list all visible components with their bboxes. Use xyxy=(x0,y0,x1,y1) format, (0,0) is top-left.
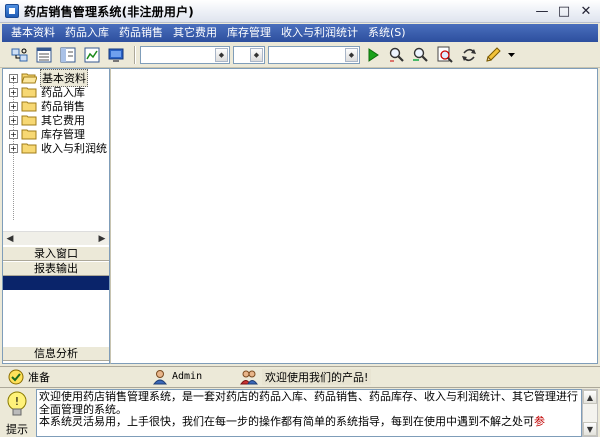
user-icon xyxy=(152,369,168,384)
entry-window-button[interactable]: 录入窗口 xyxy=(3,246,109,261)
chart-view-icon[interactable] xyxy=(82,45,102,65)
folder-icon xyxy=(21,101,37,112)
title-bar: 药店销售管理系统(非注册用户) — □ ✕ xyxy=(0,0,600,23)
folder-icon xyxy=(21,115,37,126)
tree-item-stock-in[interactable]: + 药品入库 xyxy=(9,85,86,99)
status-bar: 准备 Admin 欢迎使用我们的产品! xyxy=(0,366,600,386)
chevron-down-icon: ◆ xyxy=(250,48,263,62)
outlook-pane-body xyxy=(3,290,109,346)
users-group-icon xyxy=(240,370,258,384)
folder-icon xyxy=(21,129,37,140)
preview-icon[interactable] xyxy=(435,45,455,65)
cut-connect-icon[interactable] xyxy=(10,45,30,65)
app-icon xyxy=(5,4,19,18)
folder-open-icon xyxy=(21,73,37,84)
window-controls: — □ ✕ xyxy=(532,3,596,20)
info-analysis-button[interactable]: 信息分析 xyxy=(3,346,109,361)
find-next-icon[interactable] xyxy=(411,45,431,65)
menu-basic-info[interactable]: 基本资料 xyxy=(6,24,60,42)
expand-icon[interactable]: + xyxy=(9,115,18,125)
status-message-cell: 欢迎使用我们的产品! xyxy=(236,368,372,386)
expand-icon[interactable]: + xyxy=(9,101,18,111)
pencil-icon[interactable] xyxy=(483,45,503,65)
chevron-down-icon: ◆ xyxy=(215,48,228,62)
menu-inventory[interactable]: 库存管理 xyxy=(222,24,276,42)
status-user-cell: Admin xyxy=(148,368,236,386)
scroll-up-icon[interactable]: ▲ xyxy=(583,390,597,404)
tree-item-inventory[interactable]: + 库存管理 xyxy=(9,127,86,141)
report-output-button[interactable]: 报表输出 xyxy=(3,261,109,276)
report-output-pane xyxy=(3,276,109,290)
status-ready-cell: 准备 xyxy=(0,368,148,386)
tree-item-income-stats[interactable]: + 收入与利润统 xyxy=(9,141,108,155)
minimize-button[interactable]: — xyxy=(532,3,552,20)
maximize-button[interactable]: □ xyxy=(554,3,574,20)
expand-icon[interactable]: + xyxy=(9,143,18,153)
tip-vertical-scrollbar[interactable]: ▲ ▼ xyxy=(582,389,598,437)
scroll-left-icon[interactable]: ◀ xyxy=(3,232,17,245)
expand-icon[interactable]: + xyxy=(9,87,18,97)
folder-icon xyxy=(21,143,37,154)
chevron-down-icon: ◆ xyxy=(345,48,358,62)
run-icon[interactable] xyxy=(363,45,383,65)
tip-text: 欢迎使用药店销售管理系统，是一套对药店的药品入库、药品销售、药品库存、收入与利润… xyxy=(36,389,582,437)
tree-item-label: 收入与利润统 xyxy=(41,142,107,155)
tip-label: 提示 xyxy=(6,423,28,436)
category-tree: + 基本资料 + 药品入库 + 药品销售 + 其它费用 + 库存管理 + 收入与… xyxy=(3,69,109,231)
expand-icon[interactable]: + xyxy=(9,73,18,83)
tip-line-2-text: 本系统灵活易用，上手很快，我们在每一步的操作都有简单的系统指导，每到在使用中遇到… xyxy=(39,415,534,428)
tree-horizontal-scrollbar[interactable]: ◀ ▶ xyxy=(3,231,109,245)
tree-item-other-costs[interactable]: + 其它费用 xyxy=(9,113,86,127)
main-workspace xyxy=(110,68,598,364)
filter-combo-3[interactable]: ◆ xyxy=(268,46,360,64)
menu-system[interactable]: 系统(S) xyxy=(363,24,411,42)
dropdown-arrow-icon[interactable] xyxy=(507,45,515,65)
toolbar: ◆ ◆ ◆ xyxy=(0,43,600,68)
folder-icon xyxy=(21,87,37,98)
menu-bar: 基本资料 药品入库 药品销售 其它费用 库存管理 收入与利润统计 系统(S) xyxy=(2,24,598,42)
toolbar-separator xyxy=(134,46,136,64)
window-title: 药店销售管理系统(非注册用户) xyxy=(24,4,194,19)
list-view-icon[interactable] xyxy=(34,45,54,65)
menu-stock-in[interactable]: 药品入库 xyxy=(60,24,114,42)
menu-sales[interactable]: 药品销售 xyxy=(114,24,168,42)
scroll-down-icon[interactable]: ▼ xyxy=(583,422,597,436)
menu-income-stats[interactable]: 收入与利润统计 xyxy=(276,24,363,42)
svg-text:!: ! xyxy=(15,395,19,408)
tip-line-2: 本系统灵活易用，上手很快，我们在每一步的操作都有简单的系统指导，每到在使用中遇到… xyxy=(39,415,581,429)
filter-combo-2[interactable]: ◆ xyxy=(233,46,265,64)
close-button[interactable]: ✕ xyxy=(576,3,596,20)
monitor-icon[interactable] xyxy=(106,45,126,65)
ready-check-icon xyxy=(8,369,24,384)
expand-icon[interactable]: + xyxy=(9,129,18,139)
menu-other-costs[interactable]: 其它费用 xyxy=(168,24,222,42)
find-icon[interactable] xyxy=(387,45,407,65)
filter-combo-1[interactable]: ◆ xyxy=(140,46,230,64)
scroll-right-icon[interactable]: ▶ xyxy=(95,232,109,245)
status-ready: 准备 xyxy=(28,370,50,384)
status-user: Admin xyxy=(172,371,203,382)
tip-line-1: 欢迎使用药店销售管理系统，是一套对药店的药品入库、药品销售、药品库存、收入与利润… xyxy=(39,390,578,416)
lightbulb-icon: ! xyxy=(7,391,27,416)
tip-line-2-tail: 参 xyxy=(534,415,545,428)
refresh-icon[interactable] xyxy=(459,45,479,65)
status-message: 欢迎使用我们的产品! xyxy=(262,368,372,385)
detail-view-icon[interactable] xyxy=(58,45,78,65)
navigation-panel: + 基本资料 + 药品入库 + 药品销售 + 其它费用 + 库存管理 + 收入与… xyxy=(2,68,110,364)
tip-pane: ! 提示 欢迎使用药店销售管理系统，是一套对药店的药品入库、药品销售、药品库存、… xyxy=(0,387,600,437)
tree-item-sales[interactable]: + 药品销售 xyxy=(9,99,86,113)
tree-item-basic-info[interactable]: + 基本资料 xyxy=(9,69,88,87)
